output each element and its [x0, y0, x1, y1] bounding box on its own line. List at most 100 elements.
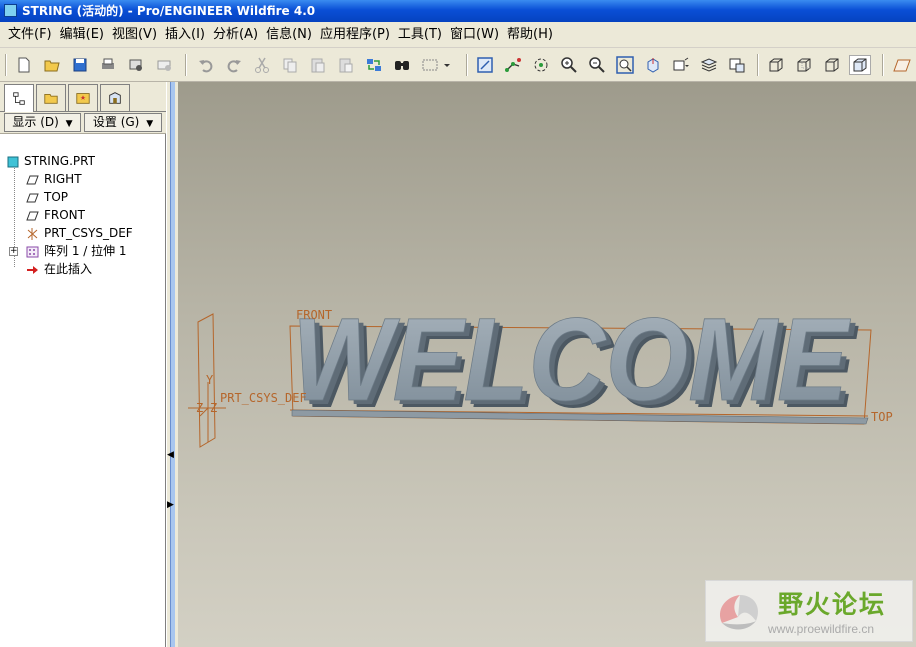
- csys-axis-label: Z: [210, 401, 217, 415]
- datum-plane-icon: [26, 191, 39, 203]
- regenerate-icon[interactable]: [363, 55, 385, 75]
- chevron-down-icon: ▼: [65, 119, 73, 129]
- refit-icon[interactable]: [614, 55, 636, 75]
- tree-item-pattern[interactable]: + 阵列 1 / 拉伸 1: [0, 242, 166, 260]
- datum-plane-icon[interactable]: [891, 55, 913, 75]
- model-tree-icon: [13, 91, 25, 105]
- panel-tabs: [0, 82, 166, 112]
- menu-edit[interactable]: 编辑(E): [58, 22, 110, 48]
- forum-logo-icon: [720, 595, 759, 630]
- model-view: WELCOME WELCOME WELCOME Z Z Y PRT_CSYS_D…: [188, 294, 893, 448]
- menu-file[interactable]: 文件(F): [6, 22, 58, 48]
- open-icon[interactable]: [41, 55, 63, 75]
- csys-axis-label: Y: [206, 373, 214, 387]
- tab-favorites[interactable]: [68, 84, 98, 111]
- tab-connections[interactable]: [100, 84, 130, 111]
- tree-item-insert-here[interactable]: 在此插入: [0, 260, 166, 278]
- pattern-icon: [26, 245, 39, 258]
- layers-icon[interactable]: [698, 55, 720, 75]
- select-box-icon[interactable]: [419, 55, 441, 75]
- tree-item-label: STRING.PRT: [24, 154, 95, 168]
- tree-item-right[interactable]: RIGHT: [0, 170, 166, 188]
- wireframe-icon[interactable]: [765, 55, 787, 75]
- hidden-line-icon[interactable]: [793, 55, 815, 75]
- watermark-url: www.proewildfire.cn: [768, 622, 875, 636]
- paste-special-icon[interactable]: [335, 55, 357, 75]
- settings-dropdown[interactable]: 设置 (G) ▼: [84, 113, 162, 132]
- redo-icon[interactable]: [223, 55, 245, 75]
- toolbar-separator: [5, 54, 7, 76]
- insert-arrow-icon: [26, 263, 39, 275]
- watermark-title: 野火论坛: [778, 590, 887, 619]
- tree-item-label: 阵列 1 / 拉伸 1: [44, 244, 127, 258]
- menu-help[interactable]: 帮助(H): [505, 22, 559, 48]
- tree-item-csys[interactable]: PRT_CSYS_DEF: [0, 224, 166, 242]
- print-icon[interactable]: [97, 55, 119, 75]
- new-icon[interactable]: [13, 55, 35, 75]
- expand-arrow-icon[interactable]: ▶: [167, 500, 174, 510]
- toolbar-separator: [757, 54, 759, 76]
- zoom-out-icon[interactable]: [586, 55, 608, 75]
- connections-icon: [109, 92, 121, 104]
- datum-label-front: FRONT: [296, 308, 332, 322]
- select-dropdown-icon[interactable]: [441, 55, 453, 75]
- favorites-icon: [76, 93, 90, 104]
- tree-item-part[interactable]: STRING.PRT: [0, 152, 166, 170]
- display-dropdown-label: 显示: [12, 115, 37, 129]
- settings-dropdown-label: 设置: [92, 115, 117, 129]
- menu-view[interactable]: 视图(V): [110, 22, 163, 48]
- model-tree-panel: 显示 (D) ▼ 设置 (G) ▼ STRING.PRT RIGHT TOP F…: [0, 82, 166, 647]
- save-icon[interactable]: [69, 55, 91, 75]
- main-toolbar: [0, 48, 916, 82]
- forum-watermark: 野火论坛 www.proewildfire.cn: [705, 580, 913, 642]
- menu-window[interactable]: 窗口(W): [448, 22, 505, 48]
- datum-label-top: TOP: [871, 410, 893, 424]
- panel-splitter[interactable]: ◀ ▶: [166, 82, 178, 647]
- menu-tools[interactable]: 工具(T): [396, 22, 448, 48]
- datum-plane-icon: [26, 209, 39, 221]
- find-icon[interactable]: [391, 55, 413, 75]
- display-dropdown[interactable]: 显示 (D) ▼: [4, 113, 81, 132]
- menu-bar: 文件(F) 编辑(E) 视图(V) 插入(I) 分析(A) 信息(N) 应用程序…: [0, 22, 916, 48]
- tree-item-label: 在此插入: [44, 262, 93, 276]
- extruded-text-welcome[interactable]: WELCOME: [292, 294, 852, 427]
- spin-center-icon[interactable]: [530, 55, 552, 75]
- tab-model-tree[interactable]: [4, 84, 34, 112]
- datum-label-csys: PRT_CSYS_DEF: [220, 391, 307, 405]
- send-icon[interactable]: [125, 55, 147, 75]
- view-manager-icon[interactable]: [726, 55, 748, 75]
- app-icon: [4, 4, 17, 17]
- copy-icon[interactable]: [279, 55, 301, 75]
- datum-plane-icon: [26, 173, 39, 185]
- graphics-window[interactable]: WELCOME WELCOME WELCOME Z Z Y PRT_CSYS_D…: [178, 82, 916, 647]
- no-hidden-icon[interactable]: [821, 55, 843, 75]
- expand-icon[interactable]: +: [9, 247, 18, 256]
- menu-analysis[interactable]: 分析(A): [211, 22, 264, 48]
- window-title: STRING (活动的) - Pro/ENGINEER Wildfire 4.0: [22, 4, 316, 18]
- saved-views-icon[interactable]: [670, 55, 692, 75]
- menu-insert[interactable]: 插入(I): [163, 22, 211, 48]
- shading-icon[interactable]: [849, 55, 871, 75]
- tree-item-top[interactable]: TOP: [0, 188, 166, 206]
- panel-dropdown-bar: 显示 (D) ▼ 设置 (G) ▼: [0, 112, 166, 134]
- cut-icon[interactable]: [251, 55, 273, 75]
- mail-icon[interactable]: [153, 55, 175, 75]
- menu-info[interactable]: 信息(N): [264, 22, 318, 48]
- toolbar-separator: [882, 54, 884, 76]
- tree-item-label: TOP: [44, 190, 69, 204]
- settings-dropdown-key: (G): [120, 115, 140, 129]
- undo-icon[interactable]: [195, 55, 217, 75]
- tab-folder-browser[interactable]: [36, 84, 66, 111]
- sketch-icon[interactable]: [502, 55, 524, 75]
- orient-icon[interactable]: [474, 55, 496, 75]
- collapse-arrow-icon[interactable]: ◀: [167, 450, 174, 460]
- menu-applications[interactable]: 应用程序(P): [318, 22, 396, 48]
- zoom-in-icon[interactable]: [558, 55, 580, 75]
- csys-glyph[interactable]: Z Z Y: [188, 373, 226, 442]
- folder-icon: [44, 94, 58, 104]
- splitter-grip[interactable]: [170, 82, 175, 647]
- paste-icon[interactable]: [307, 55, 329, 75]
- tree-item-front[interactable]: FRONT: [0, 206, 166, 224]
- reorient-icon[interactable]: [642, 55, 664, 75]
- title-bar: STRING (活动的) - Pro/ENGINEER Wildfire 4.0: [0, 0, 916, 22]
